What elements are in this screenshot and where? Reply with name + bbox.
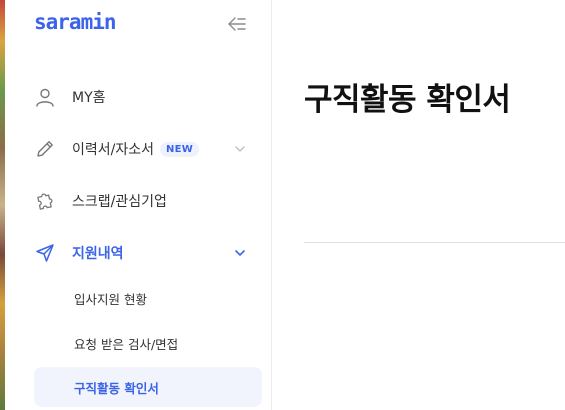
puzzle-icon (34, 190, 56, 212)
sidebar-item-label: 스크랩/관심기업 (72, 194, 167, 210)
sidebar-item-scrap[interactable]: 스크랩/관심기업 (34, 181, 264, 221)
collapse-sidebar-button[interactable] (226, 13, 248, 35)
chevron-down-icon (235, 146, 245, 152)
logo-icon: saramin (34, 12, 117, 34)
user-icon (34, 86, 56, 108)
subitem-requested-tests[interactable]: 요청 받은 검사/면접 (34, 323, 262, 363)
sidebar: saramin MY홈 이력서/자소서 NEW 스크랩/관심기업 지원내역 입사… (5, 0, 272, 410)
collapse-left-icon (228, 17, 246, 31)
send-icon (34, 242, 56, 264)
pencil-icon (34, 138, 56, 160)
subitem-job-search-certificate[interactable]: 구직활동 확인서 (34, 367, 262, 407)
sidebar-item-label: 이력서/자소서 (72, 142, 154, 158)
sidebar-item-label: MY홈 (72, 90, 106, 106)
page-title: 구직활동 확인서 (304, 82, 511, 118)
sidebar-item-my-home[interactable]: MY홈 (34, 77, 264, 117)
sidebar-item-label: 지원내역 (72, 246, 124, 262)
saramin-logo[interactable]: saramin (34, 12, 134, 34)
chevron-down-icon (235, 250, 245, 256)
new-badge: NEW (160, 141, 200, 157)
divider (304, 242, 565, 243)
main-content: 구직활동 확인서 (273, 0, 565, 410)
sidebar-item-applications[interactable]: 지원내역 (34, 233, 264, 273)
sidebar-item-resume[interactable]: 이력서/자소서 NEW (34, 129, 264, 169)
svg-text:saramin: saramin (34, 12, 116, 34)
subitem-application-status[interactable]: 입사지원 현황 (34, 278, 262, 318)
